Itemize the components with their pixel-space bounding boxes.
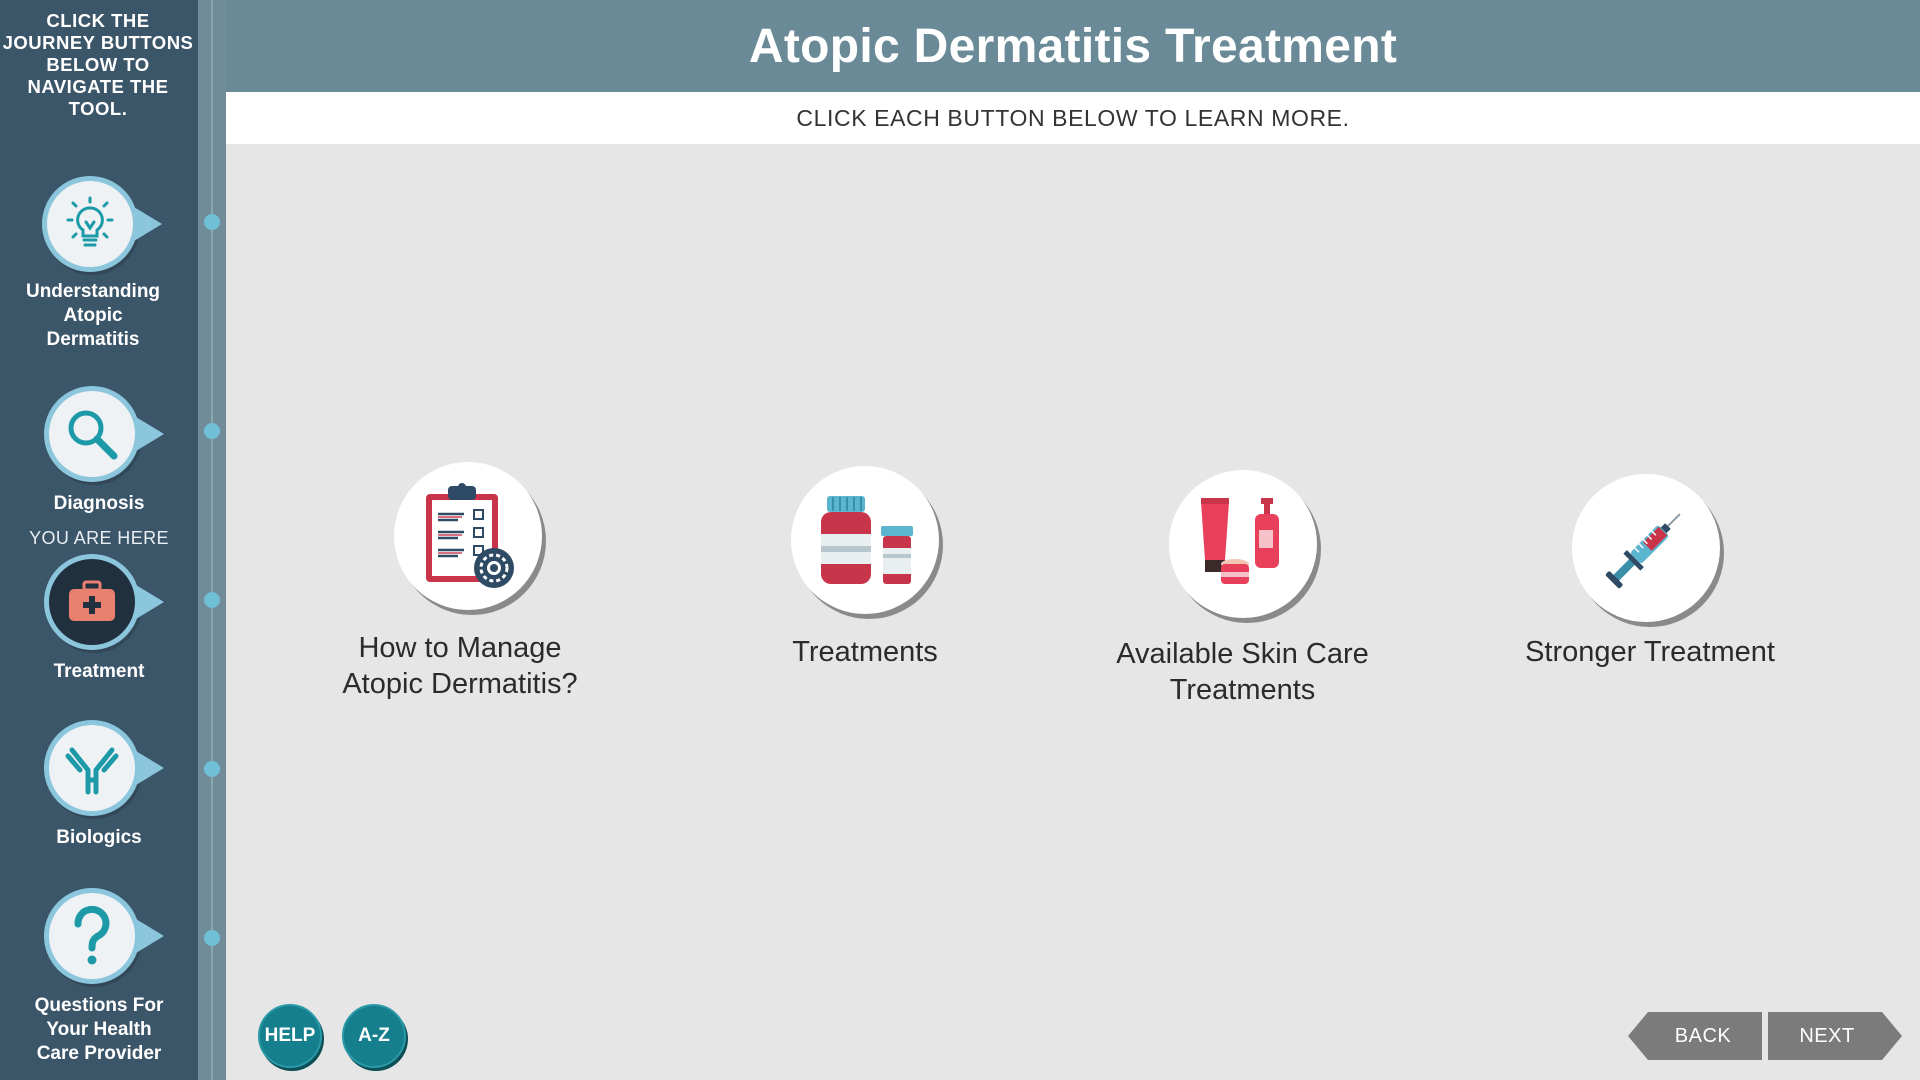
rail-dot [204, 423, 220, 439]
journey-label: Treatment [53, 661, 145, 682]
sidebar-instructions: CLICK THE JOURNEY BUTTONS BELOW TO NAVIG… [2, 10, 194, 119]
question-icon [74, 906, 110, 965]
option-label-treatments: Treatments [792, 636, 938, 668]
instruction-bar: CLICK EACH BUTTON BELOW TO LEARN MORE. [226, 92, 1920, 144]
instruction-text: CLICK EACH BUTTON BELOW TO LEARN MORE. [796, 104, 1350, 131]
rail-dot [204, 214, 220, 230]
journey-item-biologics[interactable]: Biologics [0, 720, 198, 850]
medicine-bottles-icon [821, 496, 913, 584]
journey-item-diagnosis[interactable]: Diagnosis [0, 386, 198, 516]
page-header: Atopic Dermatitis Treatment [226, 0, 1920, 92]
page-title: Atopic Dermatitis Treatment [748, 19, 1398, 73]
journey-label: Understanding Atopic Dermatitis [25, 281, 161, 350]
journey-rail-line [211, 0, 213, 1080]
journey-item-understanding[interactable]: Understanding Atopic Dermatitis [0, 176, 198, 356]
syringe-icon [1605, 513, 1681, 589]
journey-button-treatment[interactable] [44, 554, 140, 650]
option-button-stronger-treatment[interactable] [1572, 474, 1720, 622]
magnifier-icon [68, 410, 118, 460]
glossary-az-button[interactable]: A-Z [342, 1004, 406, 1068]
journey-pointer [136, 919, 164, 953]
rail-dot [204, 761, 220, 777]
rail-dot [204, 930, 220, 946]
journey-item-treatment[interactable]: Treatment [0, 554, 198, 684]
journey-pointer [136, 585, 164, 619]
journey-label: Diagnosis [53, 493, 145, 514]
you-are-here-marker: YOU ARE HERE [29, 528, 169, 548]
journey-pointer [136, 417, 164, 451]
option-available-skin-care[interactable]: Available Skin Care Treatments [1080, 470, 1405, 710]
option-label-available-skin-care: Available Skin Care Treatments [1116, 638, 1369, 706]
medical-kit-icon [69, 580, 115, 621]
option-button-available-skin-care[interactable] [1169, 470, 1317, 618]
help-button[interactable]: HELP [258, 1004, 322, 1068]
journey-item-questions[interactable]: Questions For Your Health Care Provider [0, 888, 198, 1078]
option-treatments[interactable]: Treatments [730, 466, 1000, 686]
antibody-icon [65, 747, 119, 795]
journey-pointer [134, 207, 162, 241]
clipboard-checklist-icon [426, 483, 514, 588]
option-button-how-to-manage[interactable] [394, 462, 542, 610]
journey-button-biologics[interactable] [44, 720, 140, 816]
option-button-treatments[interactable] [791, 466, 939, 614]
lightbulb-icon [66, 196, 114, 247]
skin-care-products-icon [1201, 498, 1279, 584]
journey-button-diagnosis[interactable] [44, 386, 140, 482]
journey-label: Questions For Your Health Care Provider [34, 995, 164, 1064]
journey-button-questions[interactable] [44, 888, 140, 984]
journey-sidebar: CLICK THE JOURNEY BUTTONS BELOW TO NAVIG… [0, 0, 198, 1080]
option-label-stronger-treatment: Stronger Treatment [1525, 636, 1775, 668]
option-stronger-treatment[interactable]: Stronger Treatment [1490, 474, 1810, 694]
next-button[interactable]: NEXT [1768, 1012, 1902, 1060]
journey-button-understanding[interactable] [42, 176, 138, 272]
back-button[interactable]: BACK [1628, 1012, 1762, 1060]
rail-dot [204, 592, 220, 608]
journey-label: Biologics [56, 827, 142, 848]
option-how-to-manage[interactable]: How to Manage Atopic Dermatitis? [300, 460, 620, 710]
option-label-how-to-manage: How to Manage Atopic Dermatitis? [342, 632, 578, 700]
journey-pointer [136, 751, 164, 785]
